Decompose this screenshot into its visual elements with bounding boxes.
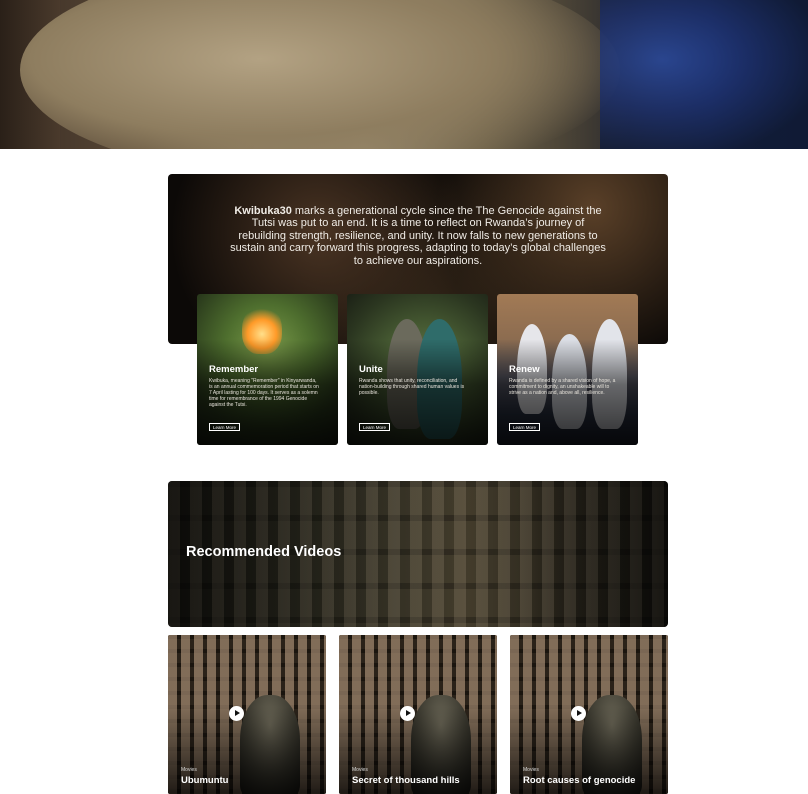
video-card[interactable]: Movies Secret of thousand hills	[339, 635, 497, 794]
learn-more-button[interactable]: Learn More	[359, 423, 391, 431]
card-description: Rwanda is defined by a shared vision of …	[509, 378, 616, 396]
recommended-videos-banner: Recommended Videos	[168, 481, 668, 627]
hero-banner-image	[0, 0, 808, 149]
video-card[interactable]: Movies Ubumuntu	[168, 635, 326, 794]
learn-more-button[interactable]: Learn More	[209, 423, 241, 431]
card-renew[interactable]: Renew Rwanda is defined by a shared visi…	[497, 294, 638, 445]
card-unite[interactable]: Unite Rwanda shows that unity, reconcili…	[347, 294, 488, 445]
card-description: Kwibuka, meaning "Remember" in Kinyarwan…	[209, 378, 319, 408]
intro-highlight: Kwibuka30	[234, 205, 292, 217]
video-title: Root causes of genocide	[523, 775, 636, 786]
learn-more-button[interactable]: Learn More	[509, 423, 541, 431]
hero-arm-shape	[20, 0, 620, 149]
card-title: Unite	[359, 364, 383, 375]
video-title: Ubumuntu	[181, 775, 229, 786]
recommended-videos-heading: Recommended Videos	[186, 544, 342, 560]
intro-text: Kwibuka30 marks a generational cycle sin…	[228, 205, 608, 267]
video-card[interactable]: Movies Root causes of genocide	[510, 635, 668, 794]
card-remember[interactable]: Remember Kwibuka, meaning "Remember" in …	[197, 294, 338, 445]
video-title: Secret of thousand hills	[352, 775, 460, 786]
play-icon[interactable]	[400, 706, 415, 721]
play-icon[interactable]	[229, 706, 244, 721]
video-category: Movies	[523, 767, 539, 773]
card-title: Remember	[209, 364, 259, 375]
play-icon[interactable]	[571, 706, 586, 721]
card-title: Renew	[509, 364, 540, 375]
card-description: Rwanda shows that unity, reconciliation,…	[359, 378, 465, 396]
video-category: Movies	[352, 767, 368, 773]
hero-blue-fabric	[600, 0, 808, 149]
video-category: Movies	[181, 767, 197, 773]
